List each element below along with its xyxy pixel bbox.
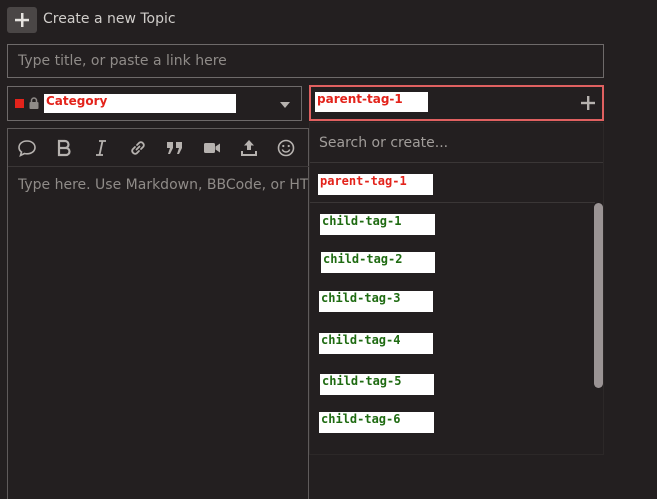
tag-option-child-tag-2[interactable]: child-tag-2 bbox=[321, 252, 435, 273]
italic-icon[interactable] bbox=[91, 138, 111, 158]
tag-option-child-tag-3[interactable]: child-tag-3 bbox=[319, 291, 433, 312]
tag-option-child-tag-5[interactable]: child-tag-5 bbox=[320, 374, 434, 395]
category-label: Category bbox=[44, 94, 236, 113]
composer-editor[interactable]: Type here. Use Markdown, BBCode, or HTML… bbox=[7, 128, 309, 499]
category-select[interactable]: Category bbox=[7, 86, 302, 121]
upload-icon[interactable] bbox=[239, 138, 259, 158]
plus-icon bbox=[15, 13, 29, 27]
dropdown-scrollbar[interactable] bbox=[594, 203, 603, 388]
tag-option-child-tag-4[interactable]: child-tag-4 bbox=[319, 333, 433, 354]
tag-select[interactable]: parent-tag-1 bbox=[309, 85, 604, 121]
editor-toolbar bbox=[8, 129, 309, 167]
emoji-icon[interactable] bbox=[276, 138, 296, 158]
tag-option-parent-tag-1[interactable]: parent-tag-1 bbox=[318, 174, 433, 195]
plus-icon[interactable] bbox=[581, 96, 595, 110]
option-divider bbox=[310, 202, 595, 203]
tag-option-child-tag-6[interactable]: child-tag-6 bbox=[319, 412, 434, 433]
create-topic-plus-button[interactable] bbox=[7, 7, 37, 33]
bold-icon[interactable] bbox=[54, 138, 74, 158]
title-input-placeholder: Type title, or paste a link here bbox=[18, 53, 227, 69]
lock-icon bbox=[29, 97, 39, 109]
topic-title-input[interactable]: Type title, or paste a link here bbox=[7, 44, 604, 78]
link-icon[interactable] bbox=[128, 138, 148, 158]
video-icon[interactable] bbox=[202, 138, 222, 158]
tag-search-input[interactable]: Search or create... bbox=[310, 123, 603, 163]
tag-search-placeholder: Search or create... bbox=[319, 135, 449, 151]
speech-bubble-icon[interactable] bbox=[17, 138, 37, 158]
editor-placeholder: Type here. Use Markdown, BBCode, or HTML… bbox=[18, 177, 308, 193]
composer-title: Create a new Topic bbox=[43, 11, 176, 27]
selected-tag: parent-tag-1 bbox=[315, 92, 428, 112]
quote-icon[interactable] bbox=[165, 138, 185, 158]
tag-dropdown: Search or create... parent-tag-1 child-t… bbox=[309, 122, 604, 455]
tag-option-child-tag-1[interactable]: child-tag-1 bbox=[320, 214, 435, 235]
caret-down-icon bbox=[280, 102, 290, 108]
category-color-badge bbox=[15, 99, 24, 108]
